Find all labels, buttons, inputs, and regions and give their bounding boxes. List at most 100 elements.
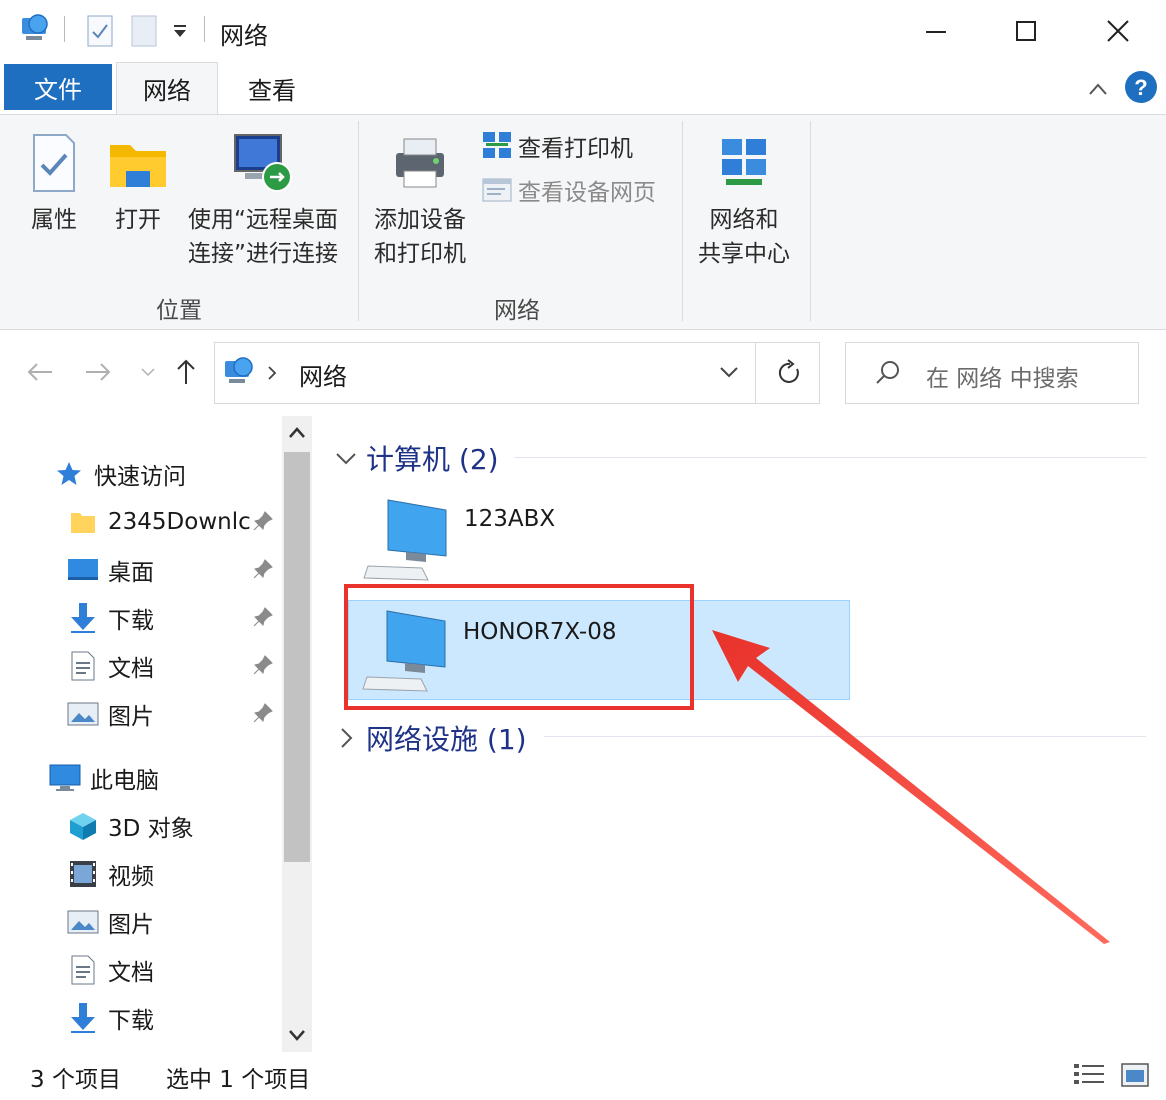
ribbon-separator (810, 121, 811, 321)
network-location-icon (225, 357, 253, 383)
view-printers-icon (483, 132, 511, 158)
refresh-icon[interactable] (777, 359, 803, 387)
properties-label: 属性 (31, 207, 77, 233)
address-text: 网络 (299, 363, 347, 391)
back-arrow-icon (27, 363, 52, 381)
nav-item-label: 文档 (108, 656, 154, 682)
collapse-ribbon-icon[interactable] (1088, 82, 1108, 96)
folder-icon (66, 505, 100, 539)
document-icon (66, 953, 100, 987)
navigation-bar: 网络 在 网络 中搜索 (0, 330, 1166, 416)
recent-locations-button[interactable] (130, 354, 166, 390)
details-view-icon[interactable] (1072, 1062, 1106, 1088)
open-button[interactable]: 打开 (106, 131, 170, 237)
search-icon (876, 361, 899, 384)
nav-item-documents[interactable]: 文档 (66, 644, 154, 688)
close-button[interactable] (1072, 0, 1164, 62)
pin-icon[interactable] (252, 654, 274, 676)
scroll-down-icon[interactable] (288, 1028, 306, 1042)
add-device-label-1: 添加设备 (374, 207, 466, 233)
nav-this-pc[interactable]: 此电脑 (48, 756, 159, 800)
nav-quick-access[interactable]: 快速访问 (52, 452, 186, 496)
nav-item-documents-pc[interactable]: 文档 (66, 948, 154, 992)
properties-doc-icon (33, 134, 75, 192)
tab-network[interactable]: 网络 (116, 62, 218, 114)
remote-desktop-button[interactable]: 使用“远程桌面 连接”进行连接 (184, 131, 342, 271)
scroll-up-icon[interactable] (288, 426, 306, 440)
network-app-icon (22, 14, 48, 40)
view-printers-label: 查看打印机 (518, 136, 633, 162)
customize-qat-icon[interactable] (172, 24, 188, 38)
nav-item-label: 文档 (108, 960, 154, 986)
highlight-box (344, 584, 694, 710)
nav-item-label: 视频 (108, 864, 154, 890)
download-arrow-icon (66, 1001, 100, 1035)
selection-count: 选中 1 个项目 (166, 1067, 311, 1093)
remote-desktop-label-1: 使用“远程桌面 (188, 207, 338, 233)
ribbon-separator (358, 121, 359, 321)
network-group-label: 网络 (494, 298, 540, 324)
group-header-computers[interactable]: 计算机 (2) (334, 438, 499, 478)
search-placeholder: 在 网络 中搜索 (926, 366, 1079, 392)
picture-icon (66, 905, 100, 939)
nav-item-2345downloads[interactable]: 2345Downlc (66, 500, 251, 544)
nav-item-downloads[interactable]: 下载 (66, 596, 154, 640)
nav-item-3d-objects[interactable]: 3D 对象 (66, 804, 194, 848)
up-button[interactable] (168, 354, 204, 390)
back-button[interactable] (22, 354, 58, 390)
nav-item-downloads-pc[interactable]: 下载 (66, 996, 154, 1040)
pin-icon[interactable] (252, 510, 274, 532)
add-device-button[interactable]: 添加设备 和打印机 (370, 131, 470, 271)
help-icon[interactable]: ? (1124, 70, 1158, 104)
ribbon-tabs: 文件 网络 查看 ? (0, 62, 1166, 114)
address-dropdown-icon[interactable] (719, 365, 739, 379)
properties-button[interactable]: 属性 (24, 131, 84, 237)
breadcrumb-chevron-icon (268, 366, 277, 380)
nav-item-label: 图片 (108, 912, 154, 938)
group-header-network-infrastructure[interactable]: 网络设施 (1) (334, 718, 527, 758)
search-box[interactable]: 在 网络 中搜索 (845, 342, 1139, 404)
maximize-button[interactable] (980, 0, 1072, 62)
navpane-scrollbar[interactable] (282, 416, 312, 1052)
nav-item-label: 图片 (108, 704, 154, 730)
folder-icon (110, 145, 166, 187)
properties-icon[interactable] (86, 14, 114, 48)
address-separator (755, 343, 756, 403)
scroll-thumb[interactable] (284, 452, 310, 862)
device-webpage-icon (482, 178, 512, 202)
star-icon (52, 457, 86, 491)
tab-file[interactable]: 文件 (4, 64, 112, 110)
nav-item-videos[interactable]: 视频 (66, 852, 154, 896)
document-icon (66, 649, 100, 683)
pin-icon[interactable] (252, 702, 274, 724)
chevron-down-icon (336, 453, 356, 465)
nav-item-pictures[interactable]: 图片 (66, 692, 154, 736)
view-device-webpage-button[interactable]: 查看设备网页 (480, 173, 656, 207)
sharing-label-1: 网络和 (709, 207, 779, 233)
remote-desktop-label-2: 连接”进行连接 (188, 241, 338, 267)
large-icons-view-icon[interactable] (1120, 1062, 1150, 1088)
pin-icon[interactable] (252, 558, 274, 580)
desktop-icon (66, 553, 100, 587)
navigation-pane: 快速访问 2345Downlc 桌面 下载 文档 图片 此电脑 3D 对象 视频… (0, 416, 318, 1052)
nav-item-label: 下载 (108, 608, 154, 634)
computer-icon (363, 499, 447, 581)
group-divider (514, 457, 1146, 458)
annotation-arrow (712, 630, 1110, 944)
blank-document-icon[interactable] (130, 14, 158, 48)
chevron-down-icon (141, 368, 155, 377)
nav-item-desktop[interactable]: 桌面 (66, 548, 154, 592)
nav-item-pictures-pc[interactable]: 图片 (66, 900, 154, 944)
view-device-webpage-label: 查看设备网页 (518, 180, 656, 206)
forward-arrow-icon (86, 363, 111, 381)
minimize-button[interactable] (890, 0, 982, 62)
address-bar[interactable]: 网络 (214, 342, 820, 404)
network-sharing-icon (722, 139, 766, 185)
computer-item-123abx[interactable]: 123ABX (362, 496, 662, 586)
network-sharing-center-button[interactable]: 网络和 共享中心 (692, 131, 796, 271)
tab-view[interactable]: 查看 (222, 62, 322, 114)
forward-button[interactable] (80, 354, 116, 390)
pin-icon[interactable] (252, 606, 274, 628)
view-printers-button[interactable]: 查看打印机 (480, 129, 633, 163)
group-header-devices-label: 网络设施 (1) (366, 723, 527, 756)
